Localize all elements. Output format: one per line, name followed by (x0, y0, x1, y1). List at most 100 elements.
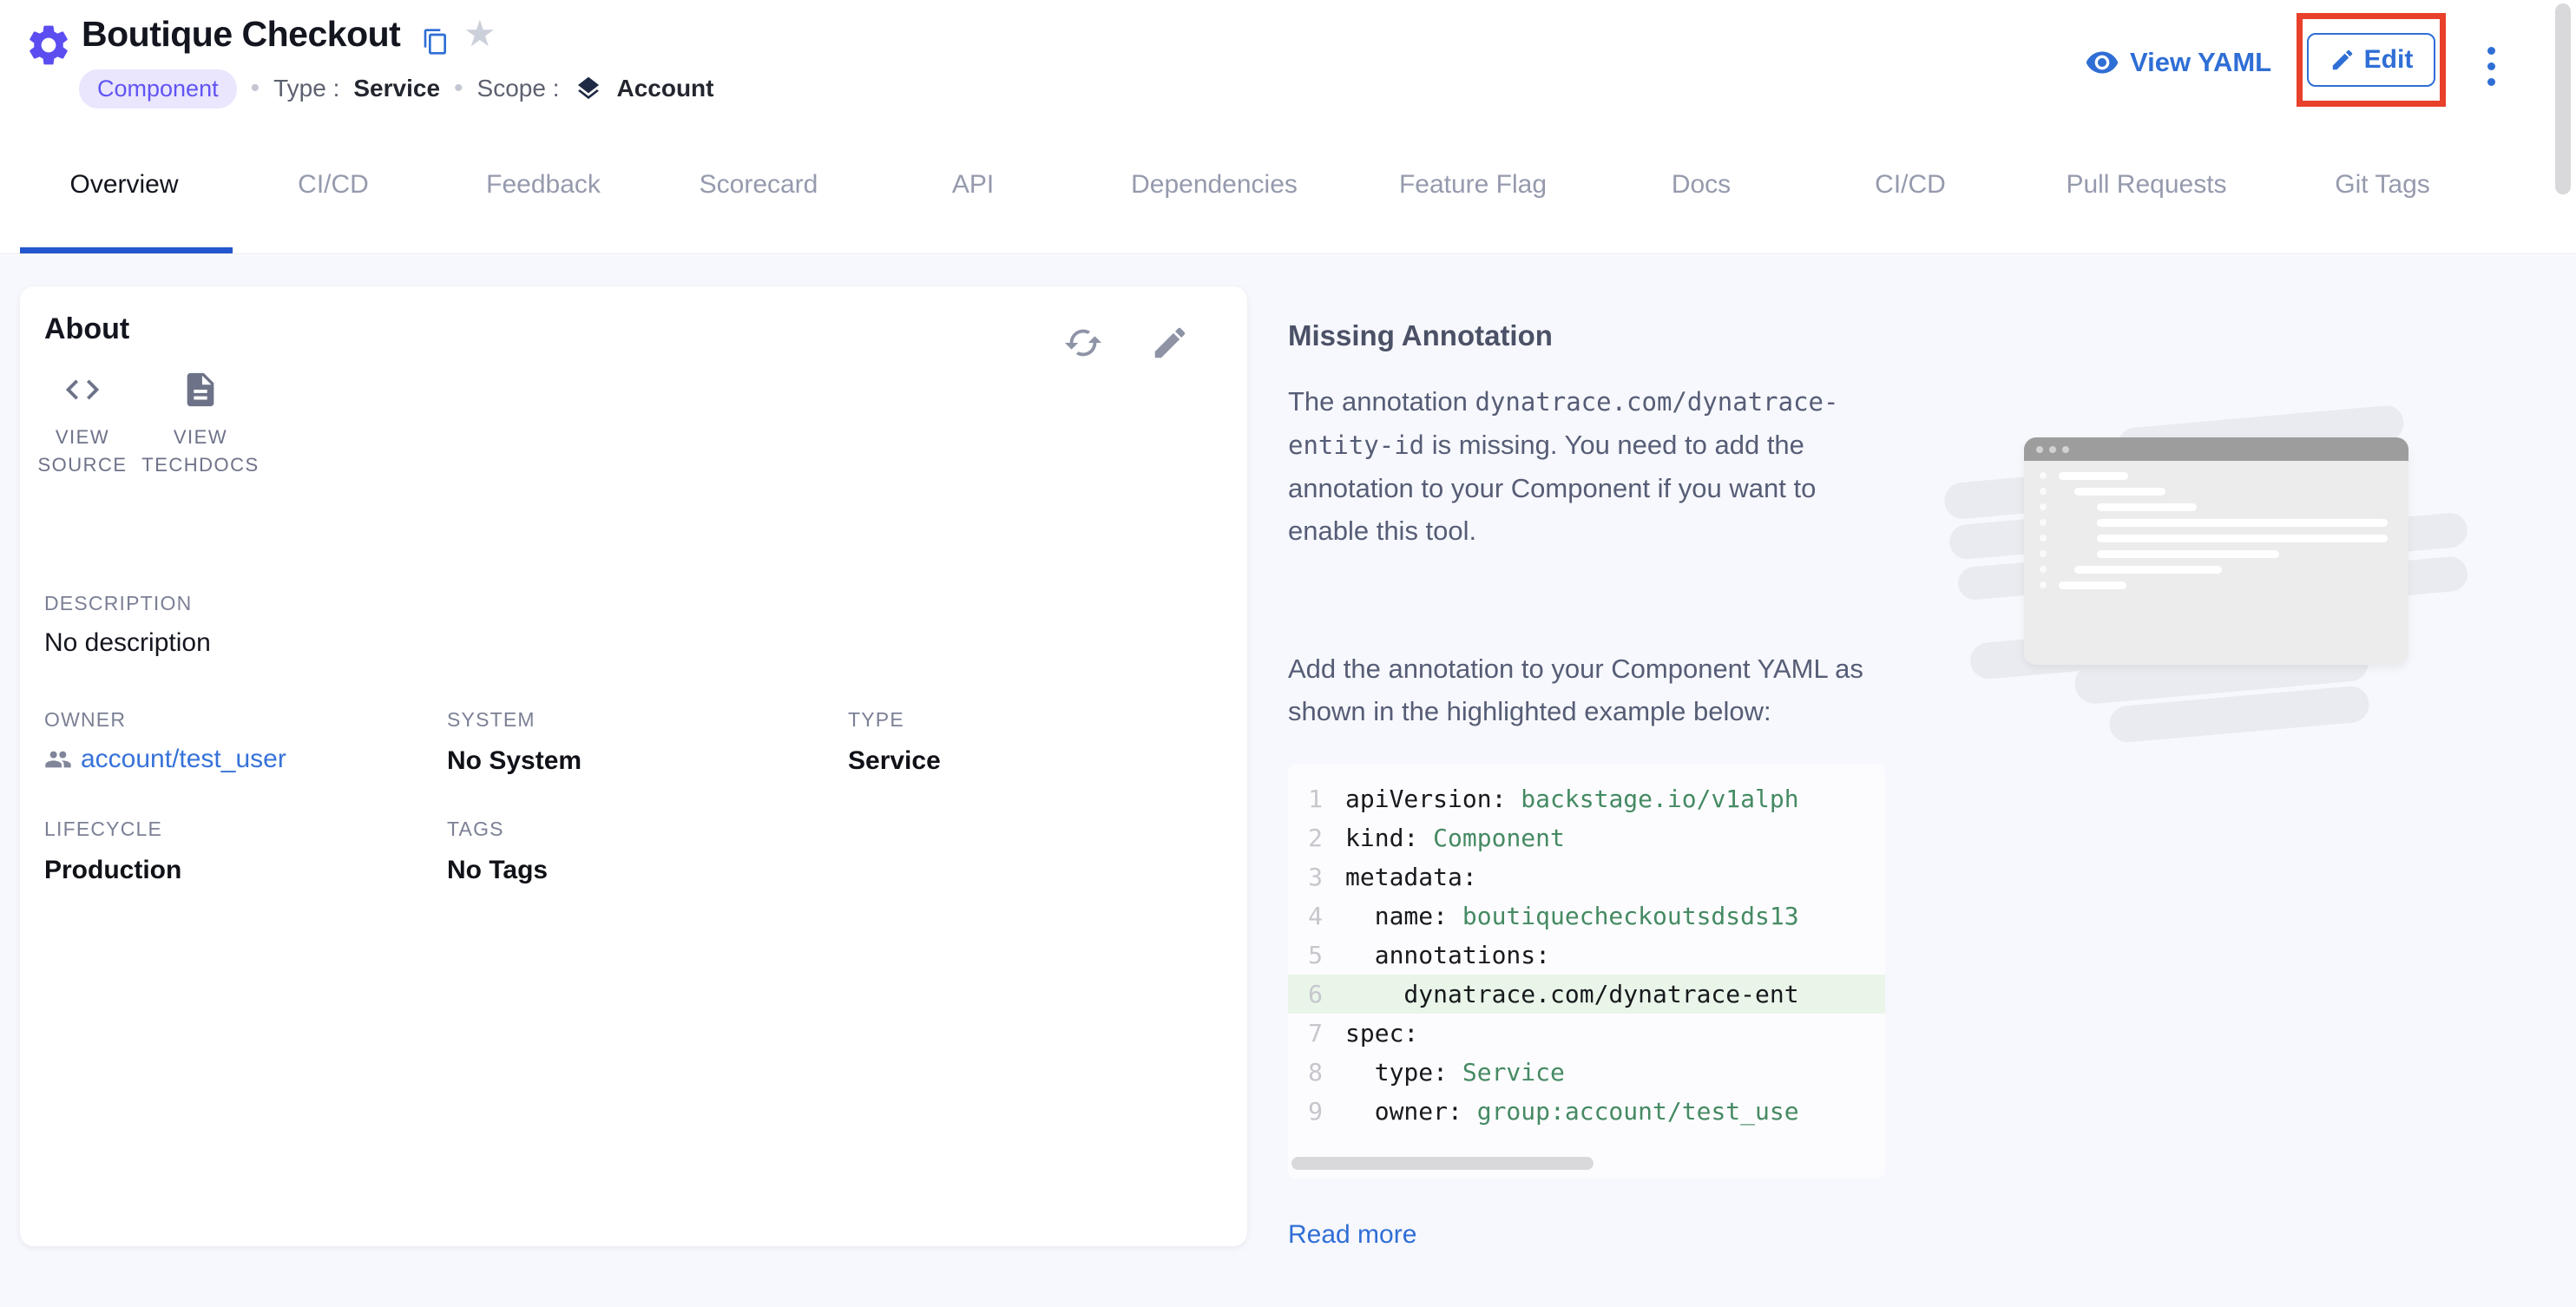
annotation-instruction: Add the annotation to your Component YAM… (1288, 647, 1889, 732)
about-quick-links: VIEW SOURCE VIEW TECHDOCS (23, 370, 260, 479)
line-number: 2 (1288, 824, 1323, 852)
system-value: No System (447, 746, 582, 776)
code-line: 2kind: Component (1288, 818, 1885, 857)
edit-button[interactable]: Edit (2307, 33, 2436, 87)
tags-label: TAGS (447, 818, 504, 841)
tab-git-tags[interactable]: Git Tags (2335, 170, 2430, 200)
docs-icon (181, 370, 220, 410)
code-key: type: (1345, 1058, 1462, 1087)
copy-icon[interactable] (422, 28, 450, 56)
kind-chip: Component (79, 69, 237, 108)
read-more-link[interactable]: Read more (1288, 1220, 1416, 1250)
tab-feature-flag[interactable]: Feature Flag (1399, 170, 1547, 200)
code-window-illustration (1944, 394, 2482, 767)
scope-value: Account (616, 75, 713, 102)
people-icon (44, 745, 72, 773)
owner-link[interactable]: account/test_user (81, 745, 286, 774)
tab-cicd-2[interactable]: CI/CD (1875, 170, 1946, 200)
mini-window-titlebar (2024, 437, 2408, 461)
view-techdocs-label: VIEW TECHDOCS (141, 424, 260, 479)
code-icon (62, 370, 102, 410)
edit-button-label: Edit (2364, 45, 2414, 75)
description-value: No description (44, 628, 211, 658)
owner-label: OWNER (44, 708, 126, 732)
entity-page: Boutique Checkout ★ Component • Type : S… (0, 0, 2576, 1307)
line-number: 5 (1288, 941, 1323, 969)
more-options-kebab-icon[interactable] (2484, 43, 2499, 89)
code-key: metadata: (1345, 863, 1477, 891)
view-yaml-label: View YAML (2130, 47, 2271, 78)
eye-icon (2085, 45, 2119, 80)
code-key: annotations: (1345, 941, 1550, 969)
code-value: backstage.io/v1alph (1521, 785, 1798, 813)
active-tab-underline (20, 247, 233, 253)
missing-annotation-heading: Missing Annotation (1288, 319, 1553, 352)
line-number: 6 (1288, 980, 1323, 1008)
tab-scorecard[interactable]: Scorecard (700, 170, 818, 200)
yaml-code-block: 1 apiVersion: backstage.io/v1alph 2kind: … (1288, 764, 1885, 1179)
lifecycle-value: Production (44, 856, 181, 885)
tab-dependencies[interactable]: Dependencies (1131, 170, 1298, 200)
entity-meta-row: Component • Type : Service • Scope : Acc… (79, 69, 713, 108)
type-field-value: Service (848, 746, 941, 776)
component-gear-icon (24, 21, 73, 69)
edit-highlight-frame: Edit (2297, 13, 2446, 107)
view-techdocs-button[interactable]: VIEW TECHDOCS (141, 370, 260, 479)
view-source-label: VIEW SOURCE (23, 424, 141, 479)
system-label: SYSTEM (447, 708, 536, 732)
code-value: Component (1433, 824, 1565, 852)
lifecycle-label: LIFECYCLE (44, 818, 162, 841)
line-number: 9 (1288, 1097, 1323, 1126)
edit-about-pencil-icon[interactable] (1150, 323, 1190, 363)
annotation-body: The annotation dynatrace.com/dynatrace-e… (1288, 380, 1889, 552)
tags-value: No Tags (447, 856, 548, 885)
separator-dot: • (454, 74, 463, 103)
type-value: Service (353, 75, 440, 102)
favorite-star-icon[interactable]: ★ (463, 12, 496, 56)
line-number: 7 (1288, 1019, 1323, 1048)
code-line: 5 annotations: (1288, 936, 1885, 975)
line-number: 3 (1288, 863, 1323, 891)
code-value: Service (1462, 1058, 1565, 1087)
line-number: 4 (1288, 902, 1323, 930)
description-label: DESCRIPTION (44, 592, 192, 615)
code-key: dynatrace.com/dynatrace-ent (1345, 980, 1799, 1008)
code-value: group:account/test_use (1477, 1097, 1799, 1126)
scope-label: Scope : (477, 75, 560, 102)
code-line: 4 name: boutiquecheckoutsdsds13 (1288, 897, 1885, 936)
view-source-button[interactable]: VIEW SOURCE (23, 370, 141, 479)
code-line: 1 apiVersion: backstage.io/v1alph (1288, 779, 1885, 818)
tab-docs[interactable]: Docs (1672, 170, 1731, 200)
content-area: About VIEW SOURCE VIEW TECHD (0, 255, 2576, 1307)
page-title: Boutique Checkout (82, 14, 400, 55)
type-field-label: TYPE (848, 708, 904, 732)
pencil-icon (2330, 47, 2356, 73)
code-key: apiVersion: (1345, 785, 1521, 813)
tab-api[interactable]: API (952, 170, 994, 200)
page-header: Boutique Checkout ★ Component • Type : S… (0, 0, 2576, 254)
annotation-body-prefix: The annotation (1288, 386, 1468, 417)
tab-feedback[interactable]: Feedback (486, 170, 601, 200)
code-line: 3 metadata: (1288, 857, 1885, 897)
about-heading: About (44, 312, 129, 346)
layers-icon (575, 75, 602, 102)
code-value: boutiquecheckoutsdsds13 (1462, 902, 1799, 930)
owner-value: account/test_user (44, 745, 286, 774)
type-label: Type : (273, 75, 339, 102)
refresh-icon[interactable] (1063, 323, 1103, 363)
code-line: 7 spec: (1288, 1014, 1885, 1053)
code-key: spec: (1345, 1019, 1418, 1048)
code-horizontal-scrollbar[interactable] (1291, 1157, 1594, 1170)
line-number: 1 (1288, 785, 1323, 813)
page-scrollbar[interactable] (2555, 3, 2571, 194)
tab-pull-requests[interactable]: Pull Requests (2066, 170, 2226, 200)
code-key: name: (1345, 902, 1462, 930)
tab-cicd[interactable]: CI/CD (298, 170, 369, 200)
code-key: owner: (1345, 1097, 1477, 1126)
mini-browser-window (2024, 437, 2408, 665)
view-yaml-button[interactable]: View YAML (2085, 45, 2271, 80)
about-card: About VIEW SOURCE VIEW TECHD (20, 286, 1247, 1246)
tab-overview[interactable]: Overview (69, 170, 178, 200)
code-line-highlighted: 6 dynatrace.com/dynatrace-ent (1288, 975, 1885, 1014)
separator-dot: • (251, 74, 260, 103)
